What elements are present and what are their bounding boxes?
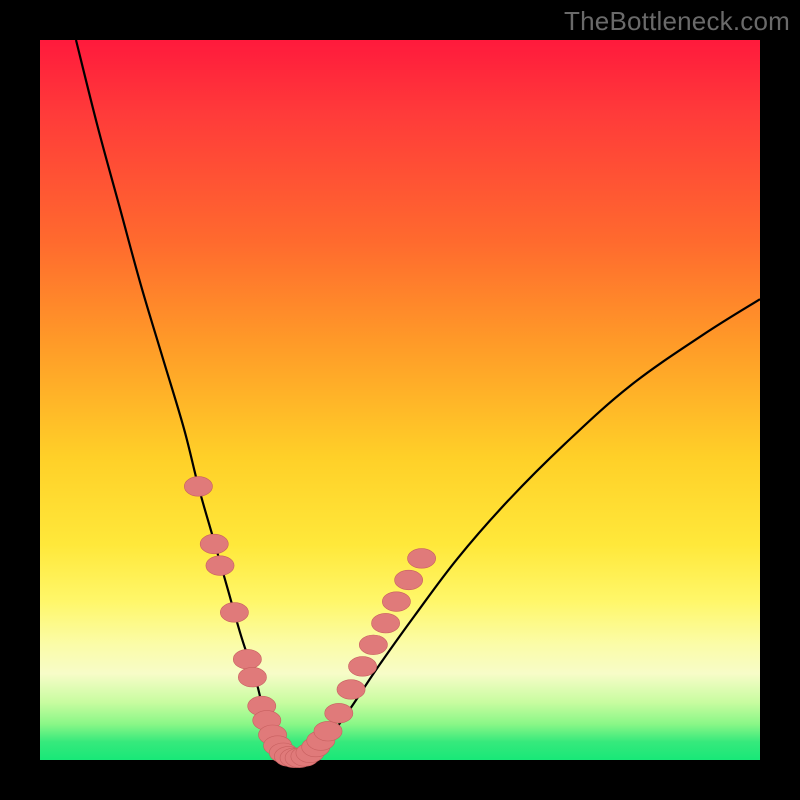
curve-marker — [220, 603, 248, 623]
curve-marker — [206, 556, 234, 576]
curve-marker — [348, 657, 376, 677]
curve-marker — [238, 667, 266, 687]
curve-marker — [359, 635, 387, 655]
curve-marker — [337, 680, 365, 700]
curve-marker — [408, 549, 436, 569]
curve-marker — [325, 703, 353, 723]
curve-marker — [200, 534, 228, 554]
curve-marker — [382, 592, 410, 612]
curve-marker — [233, 649, 261, 669]
chart-svg — [40, 40, 760, 760]
chart-frame: TheBottleneck.com — [0, 0, 800, 800]
curve-marker — [314, 721, 342, 741]
curve-markers — [184, 477, 435, 768]
bottleneck-curve — [76, 40, 760, 760]
curve-marker — [372, 613, 400, 633]
curve-marker — [184, 477, 212, 497]
plot-area — [40, 40, 760, 760]
curve-marker — [395, 570, 423, 590]
watermark-text: TheBottleneck.com — [564, 6, 790, 37]
